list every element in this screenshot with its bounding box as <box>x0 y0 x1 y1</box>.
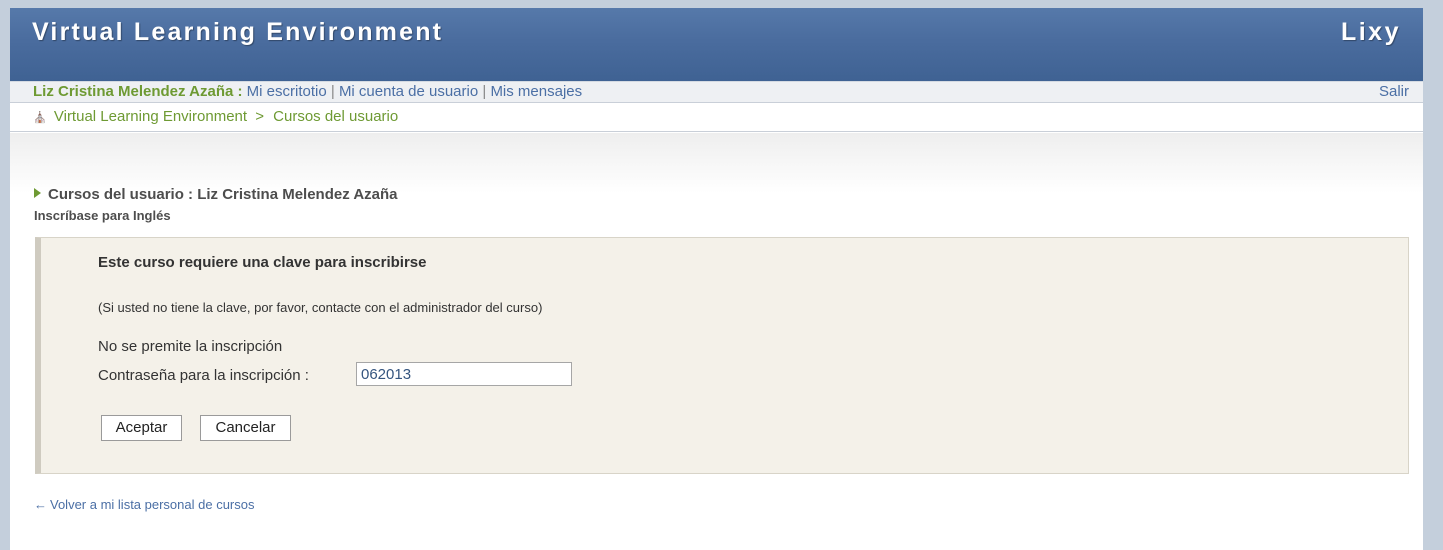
site-header: Virtual Learning Environment Lixy <box>10 8 1423 81</box>
page-frame: Virtual Learning Environment Lixy Liz Cr… <box>10 8 1423 550</box>
logout-link[interactable]: Salir <box>1379 82 1409 102</box>
breadcrumb: ⛪ Virtual Learning Environment > Cursos … <box>10 104 1423 132</box>
section-heading: Cursos del usuario : Liz Cristina Melend… <box>34 186 398 204</box>
back-link-label: Volver a mi lista personal de cursos <box>50 497 255 512</box>
breadcrumb-current[interactable]: Cursos del usuario <box>273 108 398 125</box>
enrollment-box: Este curso requiere una clave para inscr… <box>35 237 1409 474</box>
site-brand: Lixy <box>1340 18 1401 46</box>
back-to-courses-link[interactable]: ← Volver a mi lista personal de cursos <box>34 497 254 512</box>
enrollment-status: No se premite la inscripción <box>98 338 283 355</box>
cancel-button[interactable]: Cancelar <box>200 415 291 441</box>
enrollment-note: (Si usted no tiene la clave, por favor, … <box>98 300 543 315</box>
link-mi-cuenta[interactable]: Mi cuenta de usuario <box>339 83 478 100</box>
site-title[interactable]: Virtual Learning Environment <box>32 18 443 47</box>
separator: | <box>330 83 335 100</box>
password-label: Contraseña para la inscripción : <box>98 367 309 384</box>
accept-button[interactable]: Aceptar <box>101 415 182 441</box>
link-mis-mensajes[interactable]: Mis mensajes <box>490 83 582 100</box>
arrow-left-icon: ← <box>34 497 47 512</box>
breadcrumb-root[interactable]: Virtual Learning Environment <box>54 108 247 125</box>
link-mi-escritorio[interactable]: Mi escritotio <box>247 83 327 100</box>
separator: | <box>482 83 487 100</box>
section-title: Cursos del usuario : Liz Cristina Melend… <box>48 186 398 203</box>
password-input[interactable] <box>356 362 572 386</box>
section-subtitle: Inscríbase para Inglés <box>34 208 171 223</box>
breadcrumb-separator: > <box>255 108 264 125</box>
home-icon: ⛪ <box>33 112 47 124</box>
user-name: Liz Cristina Melendez Azaña : <box>33 83 243 100</box>
content-shade <box>10 133 1423 193</box>
user-bar: Liz Cristina Melendez Azaña : Mi escrito… <box>10 81 1423 103</box>
enrollment-heading: Este curso requiere una clave para inscr… <box>98 254 427 271</box>
triangle-right-icon <box>34 188 41 198</box>
